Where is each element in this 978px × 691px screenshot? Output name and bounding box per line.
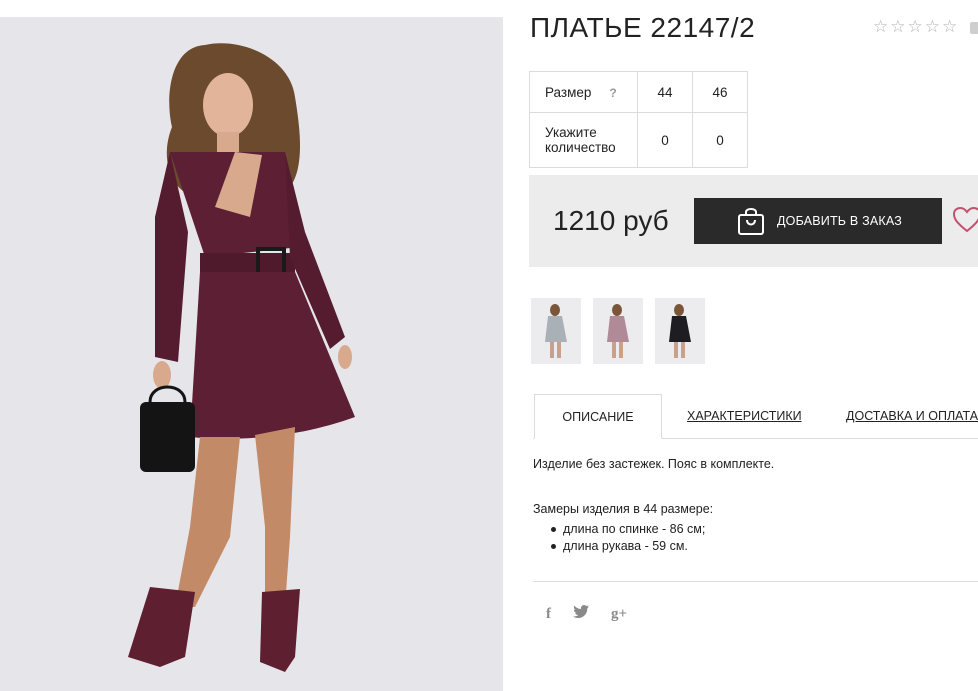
star-icon[interactable]: ☆ xyxy=(942,18,957,36)
size-row: Размер? 44 46 xyxy=(529,71,748,113)
google-plus-icon[interactable]: g+ xyxy=(611,606,627,623)
star-icon[interactable]: ☆ xyxy=(890,18,905,36)
rating-stars[interactable]: ☆ ☆ ☆ ☆ ☆ xyxy=(873,18,957,36)
divider xyxy=(533,581,978,582)
description-text: Изделие без застежек. Пояс в комплекте. xyxy=(533,457,774,471)
product-title: ПЛАТЬЕ 22147/2 xyxy=(530,12,756,43)
size-label: Размер xyxy=(545,84,592,100)
measurements-block: Замеры изделия в 44 размере: длина по сп… xyxy=(533,502,713,555)
size-quantity-table: Размер? 44 46 Укажите количество 0 0 xyxy=(529,71,748,168)
size-option-46: 46 xyxy=(692,71,748,113)
tab-characteristics-label: ХАРАКТЕРИСТИКИ xyxy=(687,409,802,423)
add-to-order-label: ДОБАВИТЬ В ЗАКАЗ xyxy=(777,214,903,228)
product-tabs: ОПИСАНИЕ ХАРАКТЕРИСТИКИ ДОСТАВКА И ОПЛАТ… xyxy=(533,394,978,439)
tab-characteristics[interactable]: ХАРАКТЕРИСТИКИ xyxy=(687,394,802,438)
star-icon[interactable]: ☆ xyxy=(925,18,940,36)
product-main-image[interactable] xyxy=(0,17,503,691)
size-label-cell: Размер? xyxy=(529,71,638,113)
list-item: длина рукава - 59 см. xyxy=(533,538,713,555)
quantity-row: Укажите количество 0 0 xyxy=(529,112,748,168)
heart-icon[interactable] xyxy=(952,206,978,239)
tab-description[interactable]: ОПИСАНИЕ xyxy=(534,394,662,439)
measurements-list: длина по спинке - 86 см; длина рукава - … xyxy=(533,521,713,555)
description-paragraph: Изделие без застежек. Пояс в комплекте. xyxy=(533,457,775,471)
quantity-label-line2: количество xyxy=(545,140,616,155)
measurements-title: Замеры изделия в 44 размере: xyxy=(533,502,714,516)
facebook-icon[interactable]: f xyxy=(546,606,551,623)
quantity-input-44[interactable]: 0 xyxy=(637,112,693,168)
tab-delivery-payment[interactable]: ДОСТАВКА И ОПЛАТА xyxy=(846,394,978,438)
star-icon[interactable]: ☆ xyxy=(908,18,923,36)
price: 1210 руб xyxy=(553,205,669,236)
review-icon[interactable] xyxy=(970,22,978,34)
size-help-icon[interactable]: ? xyxy=(609,86,616,100)
thumbnail-list xyxy=(531,298,705,364)
list-item: длина по спинке - 86 см; xyxy=(533,521,713,538)
thumbnail-mauve-dress[interactable] xyxy=(593,298,643,364)
add-to-order-button[interactable]: ДОБАВИТЬ В ЗАКАЗ xyxy=(694,198,942,244)
thumbnail-grey-dress[interactable] xyxy=(531,298,581,364)
size-option-44: 44 xyxy=(637,71,693,113)
twitter-icon[interactable] xyxy=(573,605,589,623)
quantity-label-line1: Укажите xyxy=(545,125,597,140)
thumbnail-black-dress[interactable] xyxy=(655,298,705,364)
tab-description-label: ОПИСАНИЕ xyxy=(562,410,634,424)
quantity-input-46[interactable]: 0 xyxy=(692,112,748,168)
shopping-bag-icon xyxy=(737,206,765,236)
buy-box: 1210 руб ДОБАВИТЬ В ЗАКАЗ xyxy=(529,175,978,267)
star-icon[interactable]: ☆ xyxy=(873,18,888,36)
social-share: f g+ xyxy=(546,605,627,623)
quantity-label-cell: Укажите количество xyxy=(529,112,638,168)
tab-delivery-payment-label: ДОСТАВКА И ОПЛАТА xyxy=(846,409,978,423)
